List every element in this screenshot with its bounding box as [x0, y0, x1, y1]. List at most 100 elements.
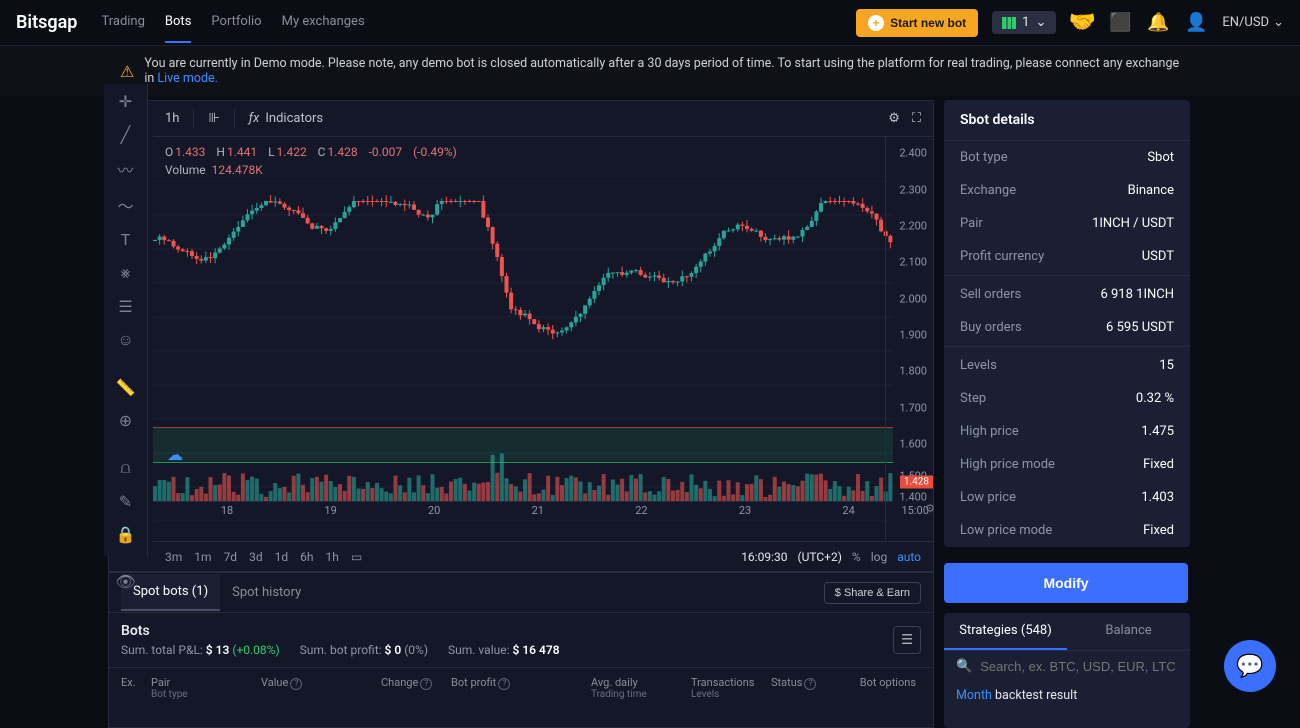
fullscreen-icon[interactable]: ⛶: [912, 111, 921, 126]
lock-icon[interactable]: 🔒: [112, 525, 140, 544]
nav-bots[interactable]: Bots: [165, 2, 191, 43]
search-icon: 🔍: [956, 659, 972, 674]
y-axis: 2.400 2.300 2.200 2.100 2.000 1.900 1.80…: [885, 137, 933, 541]
tf-7d[interactable]: 7d: [224, 550, 238, 564]
chevron-down-icon: ⌄: [1273, 15, 1284, 30]
sum-bot-profit: Sum. bot profit: $ 0 (0%): [300, 643, 428, 657]
sbot-details-panel: Sbot details Bot typeSbot ExchangeBinanc…: [944, 100, 1190, 547]
sum-pnl: Sum. total P&L: $ 13 (+0.08%): [121, 643, 280, 657]
brush-icon[interactable]: 〜: [112, 194, 140, 216]
language-selector[interactable]: EN/USD ⌄: [1222, 15, 1284, 30]
start-bot-label: Start new bot: [890, 16, 966, 30]
tab-strategies[interactable]: Strategies (548): [944, 613, 1067, 650]
chart-tools: ✛ ╱ 〰 〜 T ⨳ ☰ ☺ 📏 ⊕ ⩍ ✎ 🔒 👁: [104, 84, 148, 556]
lang-label: EN/USD: [1222, 15, 1269, 30]
crosshair-icon[interactable]: ✛: [112, 92, 140, 111]
wallet-icon[interactable]: ⬛: [1108, 11, 1132, 35]
filter-button[interactable]: ☰: [893, 626, 921, 654]
backtest-row: Month backtest result: [944, 682, 1190, 709]
strategy-search-input[interactable]: [980, 659, 1178, 674]
live-mode-link[interactable]: Live mode.: [157, 71, 218, 86]
tf-1h[interactable]: 1h: [325, 550, 338, 564]
nav-trading[interactable]: Trading: [101, 2, 144, 43]
pattern-icon[interactable]: ⨳: [112, 263, 140, 283]
tf-6h[interactable]: 6h: [300, 550, 313, 564]
calendar-icon[interactable]: ▭: [351, 550, 362, 564]
nav-portfolio[interactable]: Portfolio: [211, 2, 261, 43]
tf-3m[interactable]: 3m: [165, 550, 182, 564]
fx-icon: ƒx: [249, 111, 260, 126]
timezone: (UTC+2): [797, 550, 841, 564]
chat-bubble[interactable]: 💬: [1224, 640, 1276, 692]
tab-spot-history[interactable]: Spot history: [220, 575, 313, 610]
start-new-bot-button[interactable]: + Start new bot: [856, 9, 978, 37]
month-link[interactable]: Month: [956, 688, 992, 703]
detail-row: Bot typeSbot: [944, 141, 1190, 174]
bell-icon[interactable]: 🔔: [1146, 11, 1170, 35]
detail-row: High price1.475: [944, 415, 1190, 448]
volume-readout: Volume124.478K: [165, 163, 263, 177]
tf-1d[interactable]: 1d: [275, 550, 289, 564]
percent-toggle[interactable]: %: [852, 550, 861, 564]
x-axis: 18 19 20 21 22 23 24 15:00 ⚙: [153, 501, 893, 519]
tf-1m[interactable]: 1m: [194, 550, 211, 564]
user-icon[interactable]: 👤: [1184, 11, 1208, 35]
zoom-icon[interactable]: ⊕: [112, 411, 140, 430]
account-dropdown[interactable]: 1 ⌄: [992, 11, 1056, 34]
tab-balance[interactable]: Balance: [1067, 613, 1190, 650]
price-tag: 1.428: [900, 476, 933, 489]
eye-icon[interactable]: 👁: [112, 572, 140, 591]
detail-row: Profit currencyUSDT: [944, 240, 1190, 273]
detail-row: Buy orders6 595 USDT: [944, 311, 1190, 344]
ruler-icon[interactable]: 📏: [112, 378, 140, 397]
sum-value: Sum. value: $ 16 478: [448, 643, 560, 657]
volume-bars: [153, 451, 893, 501]
indicators-button[interactable]: ƒx Indicators: [249, 111, 323, 126]
chart-container: 1h ⊪ ƒx Indicators ⚙ ⛶ O1.433: [108, 100, 934, 572]
logo: Bitsgap: [16, 12, 77, 33]
ohlc-readout: O1.433 H1.441 L1.422 C1.428 -0.007 (-0.4…: [165, 145, 465, 159]
fib-icon[interactable]: 〰: [112, 158, 140, 180]
detail-row: ExchangeBinance: [944, 174, 1190, 207]
candles-icon[interactable]: ⊪: [208, 111, 219, 126]
interval-selector[interactable]: 1h: [165, 111, 179, 126]
magnet-icon[interactable]: ⩍: [112, 458, 140, 478]
bots-table-header: Ex. PairBot type Value? Change? Bot prof…: [109, 668, 933, 708]
detail-row: Levels15: [944, 349, 1190, 382]
clock: 16:09:30: [741, 550, 787, 564]
bots-title: Bots: [121, 623, 548, 639]
gear-icon[interactable]: ⚙: [888, 111, 900, 126]
bots-section: Spot bots (1) Spot history $ Share & Ear…: [108, 572, 934, 728]
strategies-panel: Strategies (548) Balance 🔍 Month backtes…: [944, 613, 1190, 728]
account-count: 1: [1022, 15, 1029, 30]
share-earn-button[interactable]: $ Share & Earn: [824, 582, 921, 604]
main-nav: Trading Bots Portfolio My exchanges: [101, 2, 364, 43]
bars-icon: [1002, 17, 1016, 29]
chart-body[interactable]: O1.433 H1.441 L1.422 C1.428 -0.007 (-0.4…: [153, 137, 933, 541]
log-toggle[interactable]: log: [871, 550, 888, 564]
detail-row: Step0.32 %: [944, 382, 1190, 415]
panel-title: Sbot details: [944, 100, 1190, 141]
tf-3d[interactable]: 3d: [249, 550, 263, 564]
trend-line-icon[interactable]: ╱: [112, 125, 140, 144]
detail-row: Sell orders6 918 1INCH: [944, 278, 1190, 311]
pencil-icon[interactable]: ✎: [112, 492, 140, 511]
dollar-icon: $: [835, 587, 841, 599]
emoji-icon[interactable]: ☺: [112, 330, 140, 350]
indicators-label: Indicators: [265, 111, 323, 126]
detail-row: Low price1.403: [944, 481, 1190, 514]
handshake-icon[interactable]: 🤝: [1070, 11, 1094, 35]
detail-row: High price modeFixed: [944, 448, 1190, 481]
modify-button[interactable]: Modify: [944, 563, 1188, 603]
nav-exchanges[interactable]: My exchanges: [282, 2, 365, 43]
settings-icon[interactable]: ☰: [112, 297, 140, 316]
banner-text: You are currently in Demo mode. Please n…: [144, 56, 1179, 86]
axis-gear-icon[interactable]: ⚙: [925, 502, 935, 515]
detail-row: Low price modeFixed: [944, 514, 1190, 547]
detail-row: Pair1INCH / USDT: [944, 207, 1190, 240]
chevron-down-icon: ⌄: [1035, 15, 1046, 30]
demo-banner: ⚠ You are currently in Demo mode. Please…: [0, 46, 1300, 96]
auto-toggle[interactable]: auto: [897, 550, 921, 564]
warning-icon: ⚠: [120, 62, 134, 81]
text-icon[interactable]: T: [112, 230, 140, 249]
